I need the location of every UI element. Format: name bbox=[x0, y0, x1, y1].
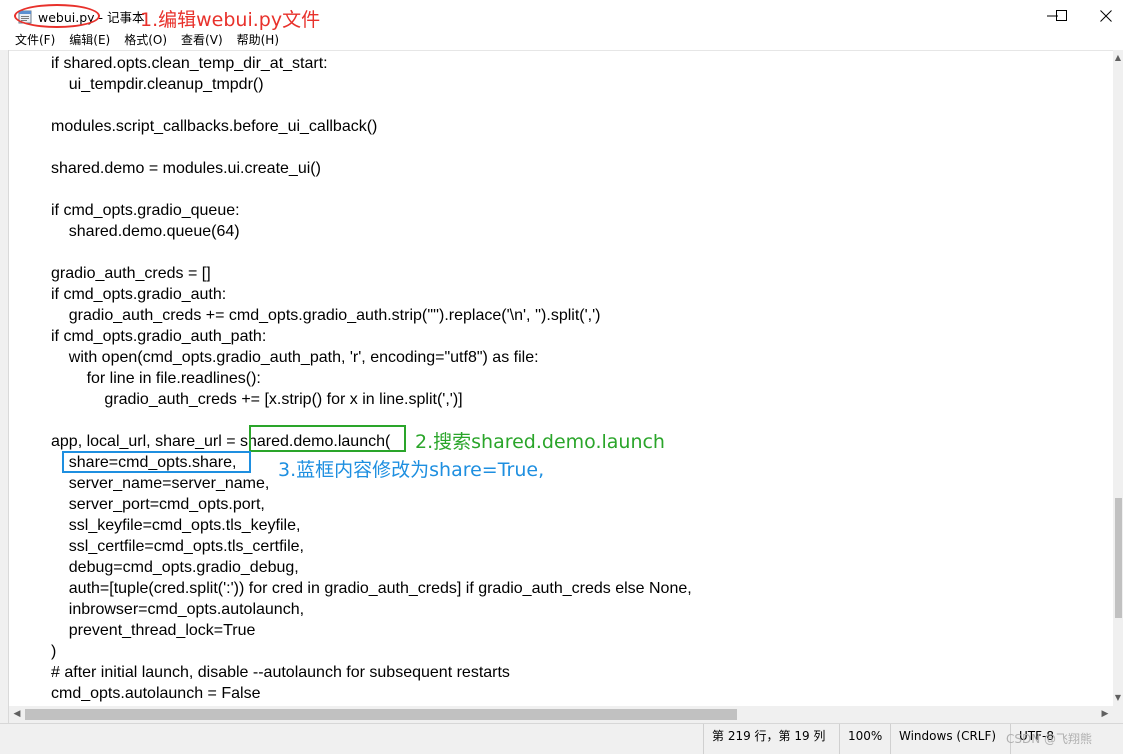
code-line: shared.demo.queue(64) bbox=[51, 223, 240, 240]
status-line-ending: Windows (CRLF) bbox=[890, 724, 1000, 754]
vertical-scroll-thumb[interactable] bbox=[1115, 498, 1122, 618]
code-line: ) bbox=[51, 643, 57, 660]
background-window-edge bbox=[0, 50, 9, 725]
code-line: if cmd_opts.gradio_queue: bbox=[51, 202, 240, 219]
watermark: CSDN @飞翔熊 bbox=[1006, 732, 1093, 746]
menu-format[interactable]: 格式(O) bbox=[117, 31, 174, 50]
code-line: # after initial launch, disable --autola… bbox=[51, 664, 510, 681]
maximize-button[interactable] bbox=[1038, 0, 1084, 31]
annotation-step-1: 1.编辑webui.py文件 bbox=[140, 9, 321, 31]
text-editor[interactable]: if shared.opts.clean_temp_dir_at_start: … bbox=[9, 50, 1113, 707]
menu-bar: 文件(F) 编辑(E) 格式(O) 查看(V) 帮助(H) bbox=[8, 31, 1123, 50]
title-highlight-circle bbox=[14, 4, 100, 28]
scrollbar-corner bbox=[1113, 706, 1123, 723]
close-button[interactable] bbox=[1083, 0, 1123, 31]
code-line: prevent_thread_lock=True bbox=[51, 622, 256, 639]
status-bar: 第 219 行，第 19 列 100% Windows (CRLF) UTF-8 bbox=[0, 723, 1123, 754]
status-cursor-position: 第 219 行，第 19 列 bbox=[703, 724, 837, 754]
horizontal-scroll-thumb[interactable] bbox=[25, 709, 737, 720]
maximize-icon bbox=[1055, 10, 1067, 21]
menu-view[interactable]: 查看(V) bbox=[174, 31, 230, 50]
menu-help[interactable]: 帮助(H) bbox=[230, 31, 286, 50]
code-line: modules.script_callbacks.before_ui_callb… bbox=[51, 118, 378, 135]
scroll-left-icon[interactable]: ◀ bbox=[9, 706, 25, 723]
menu-edit[interactable]: 编辑(E) bbox=[62, 31, 117, 50]
horizontal-scrollbar[interactable]: ◀ ▶ bbox=[9, 706, 1113, 723]
highlight-box-launch bbox=[249, 425, 406, 452]
code-line: if cmd_opts.gradio_auth_path: bbox=[51, 328, 267, 345]
highlight-box-share bbox=[62, 451, 251, 473]
code-line: debug=cmd_opts.gradio_debug, bbox=[51, 559, 299, 576]
close-icon bbox=[1100, 9, 1112, 22]
code-line: for line in file.readlines(): bbox=[51, 370, 261, 387]
title-app-name: - 记事本 bbox=[98, 10, 145, 25]
notepad-window: webui.py - 记事本 1.编辑webui.py文件 文件(F) 编辑(E… bbox=[0, 0, 1123, 754]
code-line: if cmd_opts.gradio_auth: bbox=[51, 286, 227, 303]
scroll-right-icon[interactable]: ▶ bbox=[1097, 706, 1113, 723]
code-line: gradio_auth_creds = [] bbox=[51, 265, 211, 282]
code-line: with open(cmd_opts.gradio_auth_path, 'r'… bbox=[51, 349, 539, 366]
code-line: inbrowser=cmd_opts.autolaunch, bbox=[51, 601, 305, 618]
scroll-up-icon[interactable]: ▲ bbox=[1114, 52, 1122, 64]
vertical-scrollbar[interactable]: ▲ ▼ bbox=[1113, 50, 1123, 706]
code-line: server_port=cmd_opts.port, bbox=[51, 496, 265, 513]
code-line: ssl_keyfile=cmd_opts.tls_keyfile, bbox=[51, 517, 301, 534]
code-line: gradio_auth_creds += cmd_opts.gradio_aut… bbox=[51, 307, 601, 324]
code-line: if shared.opts.clean_temp_dir_at_start: bbox=[51, 55, 328, 72]
code-line: gradio_auth_creds += [x.strip() for x in… bbox=[51, 391, 463, 408]
code-line: ui_tempdir.cleanup_tmpdr() bbox=[51, 76, 264, 93]
editor-content[interactable]: if shared.opts.clean_temp_dir_at_start: … bbox=[51, 53, 692, 704]
annotation-step-3: 3.蓝框内容修改为share=True, bbox=[278, 459, 545, 481]
code-line: auth=[tuple(cred.split(':')) for cred in… bbox=[51, 580, 692, 597]
code-line: shared.demo = modules.ui.create_ui() bbox=[51, 160, 321, 177]
code-line: cmd_opts.autolaunch = False bbox=[51, 685, 261, 702]
annotation-step-2: 2.搜索shared.demo.launch bbox=[415, 431, 665, 453]
scroll-down-icon[interactable]: ▼ bbox=[1114, 692, 1122, 704]
status-zoom: 100% bbox=[839, 724, 891, 754]
code-line: ssl_certfile=cmd_opts.tls_certfile, bbox=[51, 538, 304, 555]
menu-file[interactable]: 文件(F) bbox=[8, 31, 62, 50]
